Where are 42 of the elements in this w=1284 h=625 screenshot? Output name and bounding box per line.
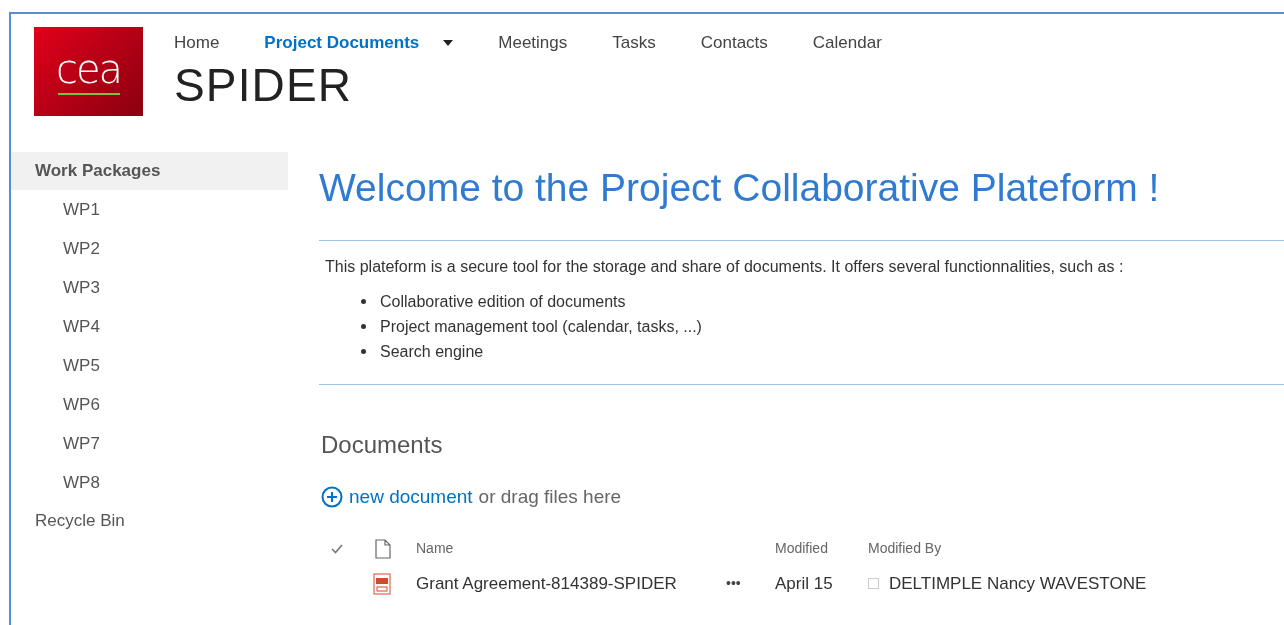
site-title: SPIDER	[174, 59, 354, 111]
bullet-text: Project management tool (calendar, tasks, ...)	[380, 316, 702, 337]
document-name-link[interactable]: Grant Agreement-814389-SPIDER	[416, 570, 726, 597]
bullet-icon	[361, 349, 366, 354]
column-header[interactable]: Name	[416, 538, 775, 559]
drag-hint: or drag files here	[478, 485, 622, 509]
logo-text: cea	[55, 48, 122, 89]
bullet-text: Search engine	[380, 341, 484, 362]
sidebar-subitem[interactable]: WP3	[11, 268, 288, 307]
check-icon[interactable]	[331, 543, 343, 554]
new-document-link[interactable]: new document	[349, 483, 473, 512]
nav-tab[interactable]: Project Documents	[264, 30, 454, 56]
sidebar-subitem[interactable]: WP4	[11, 307, 288, 346]
pdf-file-icon	[373, 572, 391, 595]
sidebar-subitem[interactable]: WP7	[11, 424, 288, 463]
presence-icon	[868, 578, 879, 589]
sidebar-subitem[interactable]: WP1	[11, 190, 288, 229]
intro-text: This plateform is a secure tool for the storage and share of documents. It offers several functionnalities, such as :	[325, 257, 1125, 277]
sidebar-subitem[interactable]: WP6	[11, 385, 288, 424]
page-heading: Welcome to the Project Collaborative Plateform !	[319, 165, 1161, 211]
nav-tab[interactable]: Calendar	[812, 30, 882, 56]
bullet-icon	[361, 299, 366, 304]
bullet-icon	[361, 324, 366, 329]
sidebar-item[interactable]: Recycle Bin	[11, 502, 288, 540]
nav-tab[interactable]: Home	[174, 30, 220, 56]
modified-by[interactable]: DELTIMPLE Nancy WAVESTONE	[889, 570, 1147, 597]
sidebar-subitem[interactable]: WP2	[11, 229, 288, 268]
file-icon	[375, 538, 391, 559]
nav-tab[interactable]: Tasks	[612, 30, 656, 56]
documents-heading: Documents	[321, 430, 444, 460]
more-options-button[interactable]: •••	[726, 573, 775, 594]
bullet-text: Collaborative edition of documents	[380, 291, 626, 312]
column-header[interactable]: Modified By	[868, 538, 942, 559]
add-icon[interactable]	[321, 486, 343, 509]
modified-date: April 15	[775, 572, 834, 595]
dropdown-caret-icon[interactable]	[443, 40, 454, 46]
column-header[interactable]: Modified	[775, 538, 868, 559]
nav-tab[interactable]: Meetings	[498, 30, 568, 56]
nav-tab[interactable]: Contacts	[700, 30, 768, 56]
sidebar-subitem[interactable]: WP5	[11, 346, 288, 385]
sidebar-item[interactable]: Work Packages	[11, 152, 288, 190]
sidebar-subitem[interactable]: WP8	[11, 463, 288, 502]
